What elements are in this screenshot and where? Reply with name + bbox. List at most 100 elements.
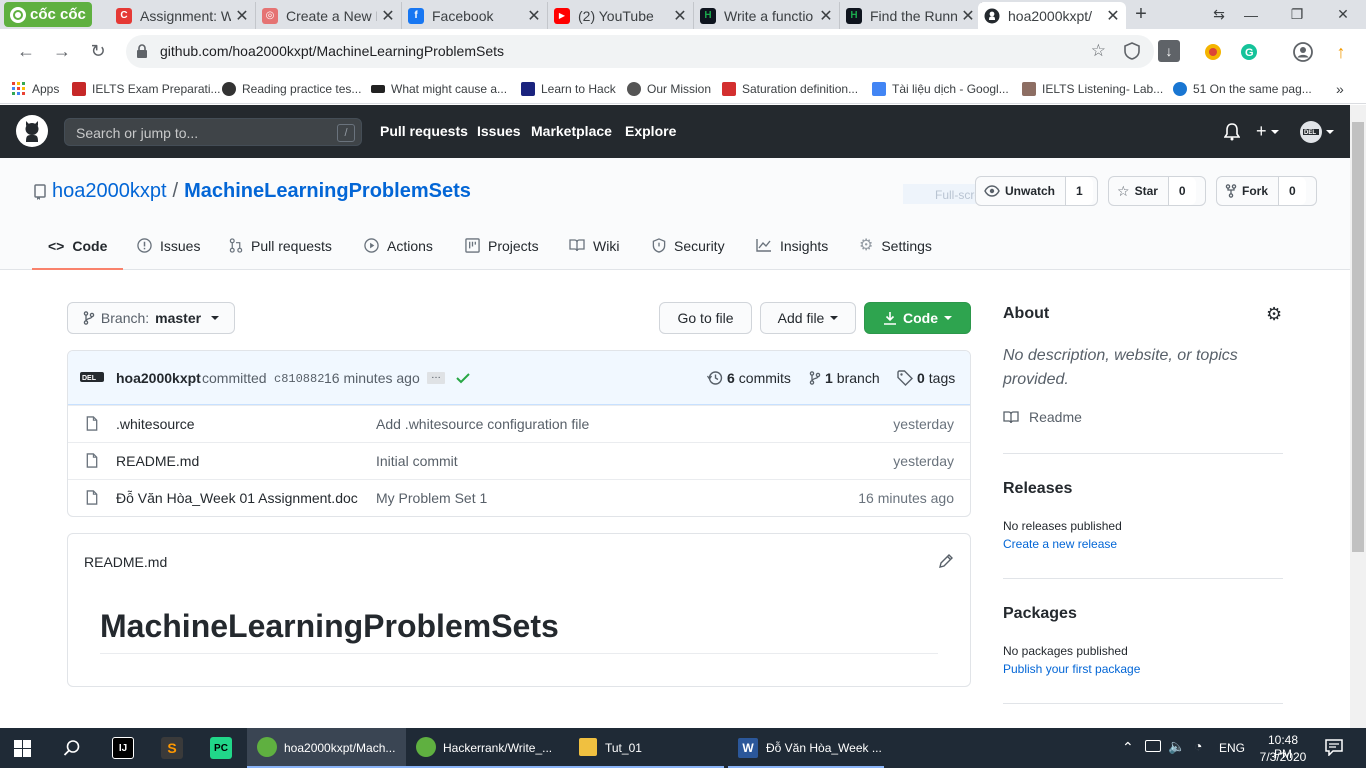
- bookmark-item[interactable]: 51 On the same pag...: [1173, 80, 1312, 98]
- tab-issues[interactable]: Issues: [135, 238, 202, 270]
- language-indicator[interactable]: ENG: [1219, 741, 1245, 755]
- search-icon[interactable]: [63, 739, 81, 757]
- browser-tab[interactable]: C Assignment: W ✕: [110, 2, 256, 29]
- file-name-link[interactable]: README.md: [116, 453, 199, 469]
- pencil-edit-icon[interactable]: [938, 553, 953, 569]
- back-icon[interactable]: ←: [12, 37, 40, 65]
- browser-tab[interactable]: H Find the Runn ✕: [840, 2, 982, 29]
- commit-sha[interactable]: c810882: [274, 372, 324, 386]
- close-window-icon[interactable]: ✕: [1320, 0, 1366, 29]
- new-tab-icon[interactable]: +: [1128, 2, 1154, 27]
- releases-title[interactable]: Releases: [1003, 480, 1072, 498]
- commits-link[interactable]: 6 commits: [707, 370, 791, 386]
- tab-wiki[interactable]: Wiki: [567, 238, 621, 270]
- nav-pull-requests[interactable]: Pull requests: [380, 123, 468, 139]
- restore-icon[interactable]: ❐: [1274, 0, 1320, 29]
- check-icon[interactable]: [456, 372, 470, 384]
- nav-issues[interactable]: Issues: [477, 123, 521, 139]
- reload-icon[interactable]: ↻: [84, 37, 112, 65]
- bookmark-item[interactable]: What might cause a...: [371, 80, 507, 98]
- fork-button[interactable]: Fork 0: [1216, 176, 1317, 206]
- close-tab-icon[interactable]: ✕: [1106, 6, 1120, 26]
- create-release-link[interactable]: Create a new release: [1003, 537, 1117, 551]
- tab-security[interactable]: Security: [650, 238, 727, 270]
- bookmark-item[interactable]: IELTS Listening- Lab...: [1022, 80, 1163, 98]
- minimize-icon[interactable]: —: [1228, 0, 1274, 29]
- clock-date[interactable]: 7/3/2020: [1258, 750, 1308, 764]
- bookmark-item[interactable]: Learn to Hack: [521, 80, 616, 98]
- close-tab-icon[interactable]: ✕: [527, 6, 541, 26]
- bookmarks-overflow-icon[interactable]: »: [1336, 80, 1344, 98]
- commit-author[interactable]: hoa2000kxpt: [116, 370, 201, 386]
- packages-title[interactable]: Packages: [1003, 605, 1077, 623]
- tab-code[interactable]: <> Code: [32, 238, 124, 270]
- wifi-icon[interactable]: ◔: [1194, 738, 1202, 754]
- close-tab-icon[interactable]: ✕: [235, 6, 249, 26]
- star-bookmark-icon[interactable]: ☆: [1091, 41, 1106, 61]
- branches-link[interactable]: 1 branch: [809, 370, 880, 386]
- bookmark-item[interactable]: Saturation definition...: [722, 80, 858, 98]
- nav-explore[interactable]: Explore: [625, 123, 676, 139]
- github-logo-icon[interactable]: [16, 115, 48, 147]
- taskbar-app[interactable]: W Đỗ Văn Hòa_Week ...: [728, 728, 884, 768]
- tab-pull-requests[interactable]: Pull requests: [227, 238, 334, 270]
- go-to-file-button[interactable]: Go to file: [659, 302, 752, 334]
- readme-sidebar-link[interactable]: Readme: [1003, 409, 1082, 425]
- browser-tab[interactable]: H Write a functio ✕: [694, 2, 840, 29]
- grammarly-icon[interactable]: G: [1238, 41, 1260, 63]
- repo-name-link[interactable]: MachineLearningProblemSets: [184, 180, 471, 203]
- address-bar[interactable]: github.com/hoa2000kxpt/MachineLearningPr…: [126, 35, 1154, 68]
- volume-icon[interactable]: 🔈: [1168, 738, 1185, 755]
- tab-projects[interactable]: Projects: [463, 238, 541, 270]
- scrollbar-thumb[interactable]: [1352, 122, 1364, 552]
- bookmark-item[interactable]: Our Mission: [627, 80, 711, 98]
- close-tab-icon[interactable]: ✕: [673, 6, 687, 26]
- download-icon[interactable]: ↓: [1158, 40, 1180, 62]
- sublime-text-icon[interactable]: S: [161, 737, 183, 759]
- taskbar-app[interactable]: Tut_01: [565, 728, 724, 768]
- file-name-link[interactable]: .whitesource: [116, 416, 195, 432]
- bookmark-item[interactable]: Reading practice tes...: [222, 80, 361, 98]
- bookmark-item[interactable]: Tài liệu dịch - Googl...: [872, 80, 1009, 98]
- close-tab-icon[interactable]: ✕: [819, 6, 833, 26]
- close-tab-icon[interactable]: ✕: [381, 6, 395, 26]
- browser-tab[interactable]: ▶ (2) YouTube ✕: [548, 2, 694, 29]
- file-name-link[interactable]: Đỗ Văn Hòa_Week 01 Assignment.doc: [116, 490, 358, 506]
- watch-count[interactable]: 1: [1065, 177, 1093, 205]
- nav-marketplace[interactable]: Marketplace: [531, 123, 612, 139]
- code-download-button[interactable]: Code: [864, 302, 971, 334]
- taskbar-app[interactable]: Hackerrank/Write_...: [406, 728, 565, 768]
- profile-icon[interactable]: [1292, 41, 1314, 63]
- extension-icon[interactable]: [1202, 41, 1224, 63]
- publish-package-link[interactable]: Publish your first package: [1003, 662, 1140, 676]
- add-file-button[interactable]: Add file: [760, 302, 856, 334]
- browser-tab[interactable]: f Facebook ✕: [402, 2, 548, 29]
- fork-count[interactable]: 0: [1278, 177, 1306, 205]
- commit-expand-button[interactable]: …: [427, 371, 445, 384]
- file-commit-message[interactable]: Add .whitesource configuration file: [376, 416, 589, 432]
- forward-icon[interactable]: →: [48, 37, 76, 65]
- bookmark-apps[interactable]: Apps: [12, 80, 59, 98]
- github-search-input[interactable]: Search or jump to... /: [64, 118, 362, 146]
- gear-icon[interactable]: ⚙: [1266, 305, 1282, 323]
- branch-select-button[interactable]: Branch: master: [67, 302, 235, 334]
- tab-actions[interactable]: Actions: [362, 238, 435, 270]
- taskbar-app-active[interactable]: hoa2000kxpt/Mach...: [247, 728, 406, 768]
- avatar[interactable]: DEL: [80, 369, 104, 385]
- create-new-menu[interactable]: +: [1256, 121, 1279, 142]
- bookmark-item[interactable]: IELTS Exam Preparati...: [72, 80, 221, 98]
- notifications-bell-icon[interactable]: [1224, 123, 1240, 141]
- tags-link[interactable]: 0 tags: [897, 370, 955, 386]
- shield-icon[interactable]: [1124, 42, 1140, 60]
- chevron-up-icon[interactable]: ⌃: [1122, 739, 1134, 756]
- user-avatar-menu[interactable]: DEL: [1300, 121, 1334, 143]
- update-arrow-icon[interactable]: ↑: [1330, 41, 1352, 63]
- notification-center-icon[interactable]: [1325, 739, 1343, 756]
- battery-icon[interactable]: [1145, 740, 1161, 752]
- windows-start-icon[interactable]: [14, 740, 31, 757]
- star-count[interactable]: 0: [1167, 177, 1196, 205]
- pycharm-icon[interactable]: PC: [210, 737, 232, 759]
- star-button[interactable]: ☆ Star 0: [1108, 176, 1206, 206]
- tab-insights[interactable]: Insights: [754, 238, 830, 270]
- file-commit-message[interactable]: Initial commit: [376, 453, 458, 469]
